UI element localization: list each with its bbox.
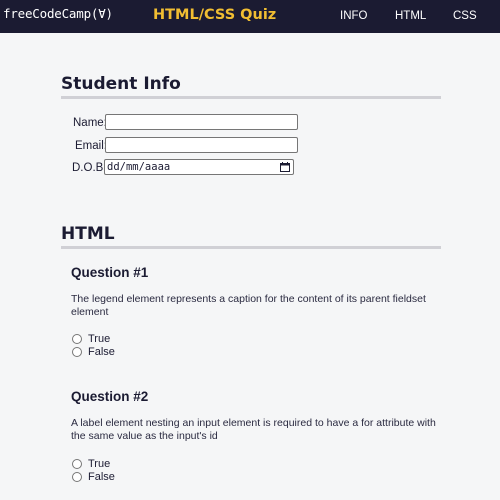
dob-placeholder: dd/mm/aaaa [107,161,171,173]
question-2-option-true[interactable]: True [72,458,110,470]
radio-button[interactable] [72,459,82,469]
name-field[interactable] [105,114,298,130]
nav-link-css[interactable]: CSS [453,10,477,22]
question-2-option-false[interactable]: False [72,471,115,483]
dob-label: D.O.B. [72,162,107,174]
quiz-title: HTML/CSS Quiz [153,7,277,23]
calendar-icon[interactable] [280,162,290,172]
dob-date-input[interactable]: dd/mm/aaaa [104,159,294,175]
radio-button[interactable] [72,347,82,357]
question-2-text: A label element nesting an input element… [71,417,436,442]
question-1-text: The legend element represents a caption … [71,293,426,318]
option-label: False [88,471,115,483]
question-1-title: Question #1 [71,265,149,280]
option-label: False [88,346,115,358]
freecodecamp-logo[interactable]: freeCodeCamp(Ɐ) [3,6,113,21]
radio-button[interactable] [72,472,82,482]
question-1-option-true[interactable]: True [72,333,110,345]
option-label: True [88,333,111,345]
html-section-heading: HTML [61,224,441,249]
question-2-title: Question #2 [71,389,149,404]
email-label: Email: [75,140,107,152]
nav-link-html[interactable]: HTML [395,10,426,22]
email-field[interactable] [105,137,298,153]
option-label: True [88,458,111,470]
name-label: Name: [73,117,107,129]
student-info-heading: Student Info [61,74,441,99]
top-navbar: freeCodeCamp(Ɐ) HTML/CSS Quiz INFO HTML … [0,0,500,33]
radio-button[interactable] [72,334,82,344]
nav-link-info[interactable]: INFO [340,10,367,22]
question-1-option-false[interactable]: False [72,346,115,358]
